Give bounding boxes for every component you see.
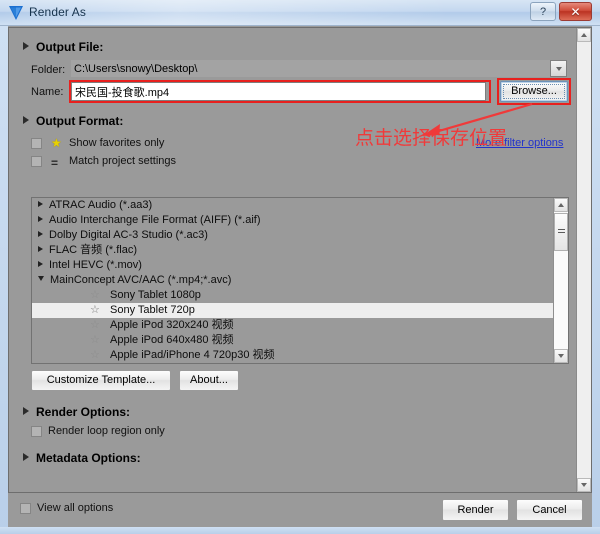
window-border-left [0,26,8,534]
format-list[interactable]: ATRAC Audio (*.aa3) Audio Interchange Fil… [31,197,569,364]
cancel-button[interactable]: Cancel [516,499,583,521]
favorite-star-icon[interactable]: ☆ [90,349,100,362]
render-button[interactable]: Render [442,499,509,521]
render-as-dialog: Render As ? ✕ Output File: Folder: Name:… [0,0,600,534]
format-list-item[interactable]: FLAC 音频 (*.flac) [32,243,554,258]
folder-input[interactable] [71,60,550,77]
match-project-checkbox[interactable] [31,156,42,167]
name-input[interactable] [71,82,486,101]
format-list-item[interactable]: ☆ Apple iPod 320x240 视频 [32,318,554,333]
format-list-item-label: Audio Interchange File Format (AIFF) (*.… [49,214,261,226]
section-output-format[interactable]: Output Format: [23,114,123,128]
format-list-item[interactable]: ☆ Sony Tablet 720p [32,303,554,318]
folder-label: Folder: [31,64,66,76]
dialog-scrollbar[interactable] [576,28,591,492]
dialog-body: Output File: Folder: Name: Browse... Out… [8,27,592,493]
section-output-file[interactable]: Output File: [23,40,103,54]
view-all-options-checkbox[interactable] [20,503,31,514]
chevron-down-icon[interactable] [38,276,44,281]
chevron-down-icon [555,66,562,71]
format-list-item-label: Dolby Digital AC-3 Studio (*.ac3) [49,229,208,241]
show-favorites-label: Show favorites only [69,137,165,149]
window-title: Render As [29,5,86,19]
dialog-scroll-up-button[interactable] [577,28,591,42]
format-list-item[interactable]: Intel HEVC (*.mov) [32,258,554,273]
about-button[interactable]: About... [179,370,239,391]
name-label: Name: [31,86,64,98]
grip-icon [558,229,565,235]
match-project-label: Match project settings [69,155,176,167]
section-metadata-options[interactable]: Metadata Options: [23,451,141,465]
format-list-item[interactable]: MainConcept AVC/AAC (*.mp4;*.avc) [32,273,554,288]
customize-template-button[interactable]: Customize Template... [31,370,171,391]
format-list-item-label: ATRAC Audio (*.aa3) [49,199,153,211]
format-list-item-label: Sony Tablet 1080p [110,289,201,301]
chevron-right-icon[interactable] [38,201,43,207]
favorite-star-icon[interactable]: ☆ [90,304,100,317]
format-list-item-label: MainConcept AVC/AAC (*.mp4;*.avc) [50,274,232,286]
format-list-item-label: Apple iPod 320x240 视频 [110,319,234,331]
format-list-item[interactable]: Audio Interchange File Format (AIFF) (*.… [32,213,554,228]
format-list-rows: ATRAC Audio (*.aa3) Audio Interchange Fil… [32,198,554,363]
triangle-down-icon [558,354,564,358]
triangle-up-icon [558,203,564,207]
browse-button[interactable]: Browse... [500,81,568,102]
format-list-item[interactable]: ATRAC Audio (*.aa3) [32,198,554,213]
title-bar: Render As ? ✕ [0,0,600,26]
show-favorites-checkbox[interactable] [31,138,42,149]
format-list-item-label: Intel HEVC (*.mov) [49,259,142,271]
folder-dropdown-button[interactable] [550,60,567,77]
section-output-format-label: Output Format: [36,114,124,128]
help-button[interactable]: ? [530,2,556,21]
format-list-scrollbar[interactable] [553,198,568,363]
dialog-scroll-down-button[interactable] [577,478,591,492]
render-loop-label: Render loop region only [48,425,165,437]
section-metadata-options-label: Metadata Options: [36,451,141,465]
view-all-options-label: View all options [37,502,114,514]
format-list-item[interactable]: ☆ Apple iPod 640x480 视频 [32,333,554,348]
scroll-up-button[interactable] [554,198,568,212]
scrollbar-thumb[interactable] [554,213,568,251]
format-list-item-label: Apple iPad/iPhone 4 720p30 视频 [110,349,275,361]
triangle-down-icon [581,483,587,487]
equals-icon: = [51,156,59,170]
triangle-up-icon [581,33,587,37]
format-list-item[interactable]: Dolby Digital AC-3 Studio (*.ac3) [32,228,554,243]
format-list-item-label: Apple iPod 640x480 视频 [110,334,234,346]
favorite-star-icon[interactable]: ☆ [90,319,100,332]
close-button[interactable]: ✕ [559,2,592,21]
section-render-options[interactable]: Render Options: [23,405,130,419]
chevron-right-icon[interactable] [38,231,43,237]
section-render-options-label: Render Options: [36,405,131,419]
format-list-item-label: Sony Tablet 720p [110,304,195,316]
render-loop-checkbox[interactable] [31,426,42,437]
chevron-right-icon[interactable] [38,261,43,267]
chevron-right-icon[interactable] [38,216,43,222]
vegas-v-icon [9,6,23,20]
section-output-file-label: Output File: [36,40,104,54]
disclosure-triangle-icon [23,407,29,415]
star-icon: ★ [51,136,62,150]
window-border-right [592,26,600,534]
disclosure-triangle-icon [23,42,29,50]
disclosure-triangle-icon [23,453,29,461]
format-list-item[interactable]: ☆ Sony Tablet 1080p [32,288,554,303]
format-list-item[interactable]: ☆Apple TV 720p24 视频 [32,363,554,364]
dialog-footer: View all options Render Cancel [8,494,592,526]
favorite-star-icon[interactable]: ☆ [90,289,100,302]
chevron-right-icon[interactable] [38,246,43,252]
disclosure-triangle-icon [23,116,29,124]
favorite-star-icon[interactable]: ☆ [90,334,100,347]
scroll-down-button[interactable] [554,349,568,363]
format-list-item-label: FLAC 音频 (*.flac) [49,244,138,256]
format-list-item[interactable]: ☆ Apple iPad/iPhone 4 720p30 视频 [32,348,554,363]
window-border-bottom [0,527,600,534]
annotation-text: 点击选择保存位置 [355,127,508,149]
